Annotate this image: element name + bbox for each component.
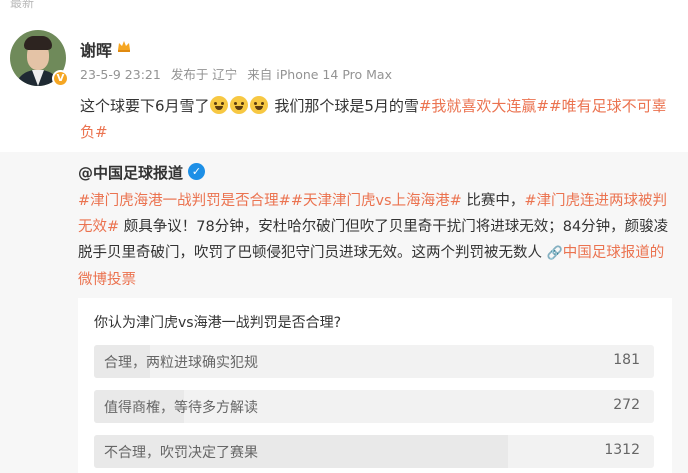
timestamp[interactable]: 23-5-9 23:21 <box>80 67 161 82</box>
author-name[interactable]: 谢晖 <box>80 37 112 61</box>
previous-content-text: 最新 <box>10 0 35 10</box>
crown-icon <box>118 41 130 52</box>
crying-laughing-emoji-icon <box>249 96 268 114</box>
hashtag-link[interactable]: #津门虎海港一战判罚是否合理# <box>78 193 291 209</box>
poll-option[interactable]: 不合理，吹罚决定了赛果 1312 <box>94 435 654 468</box>
poll-option-count: 181 <box>613 352 640 368</box>
poll-option-label: 值得商榷，等待多方解读 <box>104 400 258 416</box>
blue-verified-icon: ✓ <box>188 163 205 180</box>
previous-content-cut: 最新 <box>0 0 688 14</box>
link-icon: 🔗 <box>546 246 563 261</box>
repost-author[interactable]: @中国足球报道 <box>78 162 183 183</box>
repost-text: #津门虎海港一战判罚是否合理##天津津门虎vs上海海港# 比赛中，#津门虎连进两… <box>78 193 669 288</box>
device: 来自 iPhone 14 Pro Max <box>247 67 392 82</box>
poll-option-count: 1312 <box>604 442 640 458</box>
crying-laughing-emoji-icon <box>229 96 248 114</box>
location: 发布于 辽宁 <box>170 67 238 82</box>
crying-laughing-emoji-icon <box>209 96 228 114</box>
poll-card: 你认为津门虎vs海港一战判罚是否合理? 合理，两粒进球确实犯规 181 值得商榷… <box>78 298 672 473</box>
post-meta: 23-5-9 23:21 发布于 辽宁 来自 iPhone 14 Pro Max <box>80 64 398 83</box>
hashtag-link[interactable]: #我就喜欢大连赢# <box>419 97 549 115</box>
poll-option-label: 合理，两粒进球确实犯规 <box>104 355 258 371</box>
verified-badge-icon: V <box>52 70 69 87</box>
poll-option-label: 不合理，吹罚决定了赛果 <box>104 445 258 461</box>
poll-option[interactable]: 值得商榷，等待多方解读 272 <box>94 390 654 423</box>
hashtag-link[interactable]: #天津津门虎vs上海海港# <box>291 193 462 209</box>
reposted-weibo[interactable]: @中国足球报道 ✓ #津门虎海港一战判罚是否合理##天津津门虎vs上海海港# 比… <box>0 152 688 473</box>
poll-option[interactable]: 合理，两粒进球确实犯规 181 <box>94 345 654 378</box>
poll-option-count: 272 <box>613 397 640 413</box>
poll-question: 你认为津门虎vs海港一战判罚是否合理? <box>94 315 342 331</box>
post-text: 这个球要下6月雪了 我们那个球是5月的雪#我就喜欢大连赢##唯有足球不可辜负# <box>80 96 667 141</box>
